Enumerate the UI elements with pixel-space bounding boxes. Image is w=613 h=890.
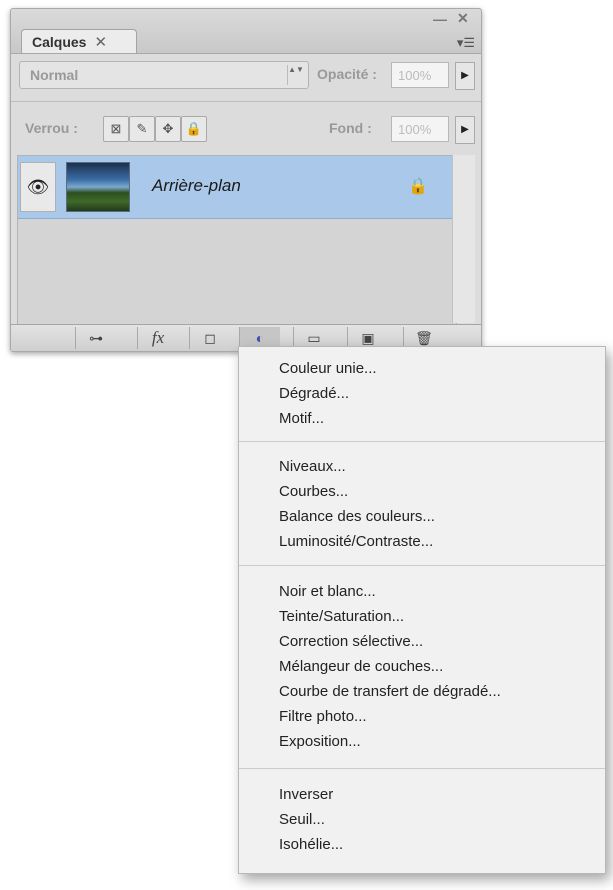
menu-item[interactable]: Mélangeur de couches...: [279, 658, 443, 675]
adjustment-menu: Couleur unie... Dégradé... Motif... Nive…: [238, 346, 606, 874]
layer-thumbnail: [66, 162, 130, 212]
layer-lock-icon: 🔒: [408, 178, 428, 195]
menu-item[interactable]: Noir et blanc...: [279, 583, 376, 600]
menu-item[interactable]: Motif...: [279, 410, 324, 427]
tab-label: Calques: [32, 33, 87, 50]
link-layers-icon[interactable]: ⊶: [75, 327, 116, 349]
blend-mode-value: Normal: [30, 67, 79, 83]
tab-calques[interactable]: Calques ✕: [21, 29, 137, 53]
stepper-icon: ▲▼: [287, 65, 304, 85]
scrollbar[interactable]: [452, 155, 475, 323]
menu-item[interactable]: Teinte/Saturation...: [279, 608, 404, 625]
menu-item[interactable]: Courbe de transfert de dégradé...: [279, 683, 501, 700]
menu-item[interactable]: Exposition...: [279, 733, 361, 750]
lock-pixels-icon[interactable]: ⊠: [103, 116, 129, 142]
tab-close-icon[interactable]: ✕: [94, 33, 107, 51]
fill-arrow-icon[interactable]: ▶: [455, 116, 475, 144]
lock-all-icon[interactable]: 🔒: [181, 116, 207, 142]
menu-separator: [239, 565, 605, 566]
menu-item[interactable]: Dégradé...: [279, 385, 349, 402]
menu-item[interactable]: Balance des couleurs...: [279, 508, 435, 525]
menu-item[interactable]: Correction sélective...: [279, 633, 423, 650]
fill-field[interactable]: 100%: [391, 116, 449, 142]
menu-item[interactable]: Filtre photo...: [279, 708, 367, 725]
opacity-field[interactable]: 100%: [391, 62, 449, 88]
divider: [11, 101, 481, 102]
fx-icon[interactable]: fx: [137, 327, 178, 349]
minimize-icon[interactable]: —: [433, 11, 447, 27]
lock-move-icon[interactable]: ✥: [155, 116, 181, 142]
layer-list: 👁 Arrière-plan 🔒: [17, 155, 457, 325]
blend-mode-select[interactable]: Normal ▲▼: [19, 61, 309, 89]
blend-row: Normal ▲▼ Opacité : 100% ▶: [19, 61, 475, 91]
menu-item[interactable]: Luminosité/Contraste...: [279, 533, 433, 550]
lock-brush-icon[interactable]: ✎: [129, 116, 155, 142]
menu-item[interactable]: Seuil...: [279, 811, 325, 828]
layer-row[interactable]: 👁 Arrière-plan 🔒: [18, 156, 456, 219]
add-mask-icon[interactable]: ◻: [189, 327, 230, 349]
lock-label: Verrou :: [25, 120, 78, 136]
fill-label: Fond :: [329, 120, 372, 136]
menu-separator: [239, 441, 605, 442]
menu-item[interactable]: Isohélie...: [279, 836, 343, 853]
panel-tab-bar: Calques ✕ — ✕ ▾☰: [11, 9, 481, 54]
menu-item[interactable]: Courbes...: [279, 483, 348, 500]
menu-separator: [239, 768, 605, 769]
opacity-arrow-icon[interactable]: ▶: [455, 62, 475, 90]
opacity-label: Opacité :: [317, 66, 377, 82]
close-icon[interactable]: ✕: [457, 10, 469, 27]
eye-icon[interactable]: 👁: [20, 162, 56, 212]
menu-item[interactable]: Niveaux...: [279, 458, 346, 475]
layer-name: Arrière-plan: [152, 176, 241, 195]
menu-item[interactable]: Couleur unie...: [279, 360, 377, 377]
menu-item[interactable]: Inverser: [279, 786, 333, 803]
panel-menu-icon[interactable]: ▾☰: [457, 35, 475, 51]
layers-panel: Calques ✕ — ✕ ▾☰ Normal ▲▼ Opacité : 100…: [10, 8, 482, 352]
